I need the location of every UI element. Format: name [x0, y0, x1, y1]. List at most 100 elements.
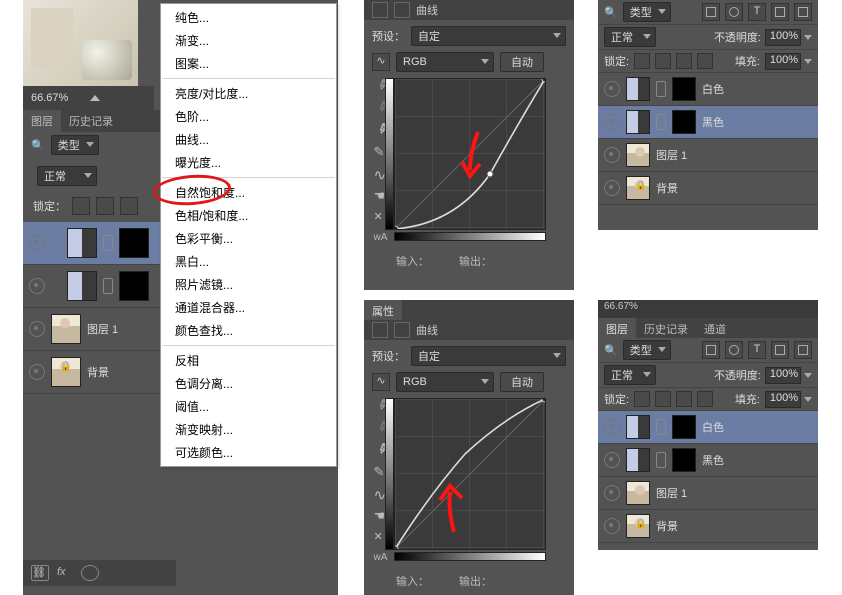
lock-move-icon[interactable]	[120, 197, 138, 215]
link-layers-icon[interactable]	[31, 565, 49, 581]
filter-shape-icon[interactable]	[771, 341, 789, 359]
channel-dropdown[interactable]: RGB	[396, 52, 494, 72]
lock-move-icon[interactable]	[676, 391, 692, 407]
lock-pixels-icon[interactable]	[72, 197, 90, 215]
preset-dropdown[interactable]: 自定	[411, 26, 566, 46]
layer-thumb[interactable]	[626, 143, 650, 167]
visibility-icon[interactable]	[604, 419, 620, 435]
layer-row[interactable]: 图层 1	[598, 139, 818, 172]
adjustment-thumb[interactable]	[67, 271, 97, 301]
channel-icon[interactable]: ∿	[372, 53, 390, 71]
layer-row[interactable]: 背景	[23, 351, 160, 394]
layer-name[interactable]: 背景	[656, 518, 678, 534]
lock-transparency-icon[interactable]	[634, 53, 650, 69]
layer-row[interactable]	[23, 265, 160, 308]
lock-brush-icon[interactable]	[96, 197, 114, 215]
visibility-icon[interactable]	[29, 278, 45, 294]
layer-name[interactable]: 白色	[702, 81, 724, 97]
menu-item[interactable]: 可选颜色...	[161, 441, 336, 464]
menu-item[interactable]: 曲线...	[161, 128, 336, 151]
layer-row[interactable]	[23, 222, 160, 265]
layer-thumb[interactable]	[626, 514, 650, 538]
layer-name[interactable]: 背景	[656, 180, 678, 196]
adjustment-thumb[interactable]	[626, 415, 650, 439]
auto-button[interactable]: 自动	[500, 52, 544, 72]
channel-dropdown[interactable]: RGB	[396, 372, 494, 392]
menu-item[interactable]: 渐变映射...	[161, 418, 336, 441]
fill-input[interactable]: 100%	[765, 391, 812, 408]
tab-properties[interactable]: 属性	[364, 300, 402, 320]
tab-history[interactable]: 历史记录	[636, 318, 696, 338]
menu-item[interactable]: 图案...	[161, 52, 336, 75]
adjustment-thumb[interactable]	[626, 77, 650, 101]
filter-adjust-icon[interactable]	[725, 3, 743, 21]
toggle-size-icon[interactable]: wA	[374, 232, 389, 247]
visibility-icon[interactable]	[29, 235, 45, 251]
lock-brush-icon[interactable]	[655, 53, 671, 69]
layer-name[interactable]: 黑色	[702, 452, 724, 468]
visibility-icon[interactable]	[604, 518, 620, 534]
layer-row[interactable]: 白色	[598, 411, 818, 444]
layer-name[interactable]: 图层 1	[656, 147, 687, 163]
menu-item[interactable]: 曝光度...	[161, 151, 336, 174]
filter-type-dropdown[interactable]: 类型	[623, 340, 671, 360]
menu-item[interactable]: 渐变...	[161, 29, 336, 52]
adjustment-thumb[interactable]	[626, 448, 650, 472]
menu-item[interactable]: 照片滤镜...	[161, 273, 336, 296]
layer-row[interactable]: 背景	[598, 172, 818, 205]
layer-thumb[interactable]	[51, 314, 81, 344]
layer-row[interactable]: 图层 1	[23, 308, 160, 351]
filter-adjust-icon[interactable]	[725, 341, 743, 359]
mask-thumb[interactable]	[672, 448, 696, 472]
adjustment-thumb[interactable]	[67, 228, 97, 258]
toggle-size-icon[interactable]: wA	[374, 552, 389, 567]
menu-item[interactable]: 自然饱和度...	[161, 181, 336, 204]
mask-thumb[interactable]	[672, 415, 696, 439]
blend-mode-dropdown[interactable]: 正常	[604, 365, 656, 385]
channel-icon[interactable]: ∿	[372, 373, 390, 391]
filter-type-dropdown[interactable]: 类型	[51, 135, 99, 155]
mask-thumb[interactable]	[672, 110, 696, 134]
lock-brush-icon[interactable]	[655, 391, 671, 407]
lock-move-icon[interactable]	[676, 53, 692, 69]
opacity-input[interactable]: 100%	[765, 367, 812, 384]
visibility-icon[interactable]	[604, 180, 620, 196]
blend-mode-dropdown[interactable]: 正常	[37, 166, 97, 186]
mask-thumb[interactable]	[119, 271, 149, 301]
layer-thumb[interactable]	[626, 481, 650, 505]
blend-mode-dropdown[interactable]: 正常	[604, 27, 656, 47]
visibility-icon[interactable]	[29, 364, 45, 380]
menu-item[interactable]: 颜色查找...	[161, 319, 336, 342]
menu-item[interactable]: 色阶...	[161, 105, 336, 128]
filter-smart-icon[interactable]	[794, 3, 812, 21]
visibility-icon[interactable]	[604, 147, 620, 163]
menu-item[interactable]: 阈值...	[161, 395, 336, 418]
tab-layers[interactable]: 图层	[598, 318, 636, 338]
lock-all-icon[interactable]	[697, 391, 713, 407]
layer-name[interactable]: 背景	[87, 364, 109, 380]
mask-thumb[interactable]	[672, 77, 696, 101]
lock-all-icon[interactable]	[697, 53, 713, 69]
curves-graph[interactable]	[394, 398, 546, 550]
adjustment-layer-menu[interactable]: 纯色...渐变...图案...亮度/对比度...色阶...曲线...曝光度...…	[160, 3, 337, 467]
layer-name[interactable]: 图层 1	[87, 321, 118, 337]
tab-layers[interactable]: 图层	[23, 110, 61, 132]
visibility-icon[interactable]	[604, 452, 620, 468]
menu-item[interactable]: 亮度/对比度...	[161, 82, 336, 105]
layer-row[interactable]: 图层 1	[598, 477, 818, 510]
filter-type-icon[interactable]: T	[748, 3, 766, 21]
menu-item[interactable]: 色相/饱和度...	[161, 204, 336, 227]
menu-item[interactable]: 通道混合器...	[161, 296, 336, 319]
filter-smart-icon[interactable]	[794, 341, 812, 359]
auto-button[interactable]: 自动	[500, 372, 544, 392]
adjustment-thumb[interactable]	[626, 110, 650, 134]
menu-item[interactable]: 色调分离...	[161, 372, 336, 395]
add-mask-icon[interactable]	[81, 565, 99, 581]
filter-type-icon[interactable]: T	[748, 341, 766, 359]
filter-type-dropdown[interactable]: 类型	[623, 2, 671, 22]
tab-history[interactable]: 历史记录	[61, 110, 121, 132]
mask-thumb[interactable]	[119, 228, 149, 258]
menu-item[interactable]: 反相	[161, 349, 336, 372]
layer-row[interactable]: 黑色	[598, 106, 818, 139]
visibility-icon[interactable]	[604, 485, 620, 501]
